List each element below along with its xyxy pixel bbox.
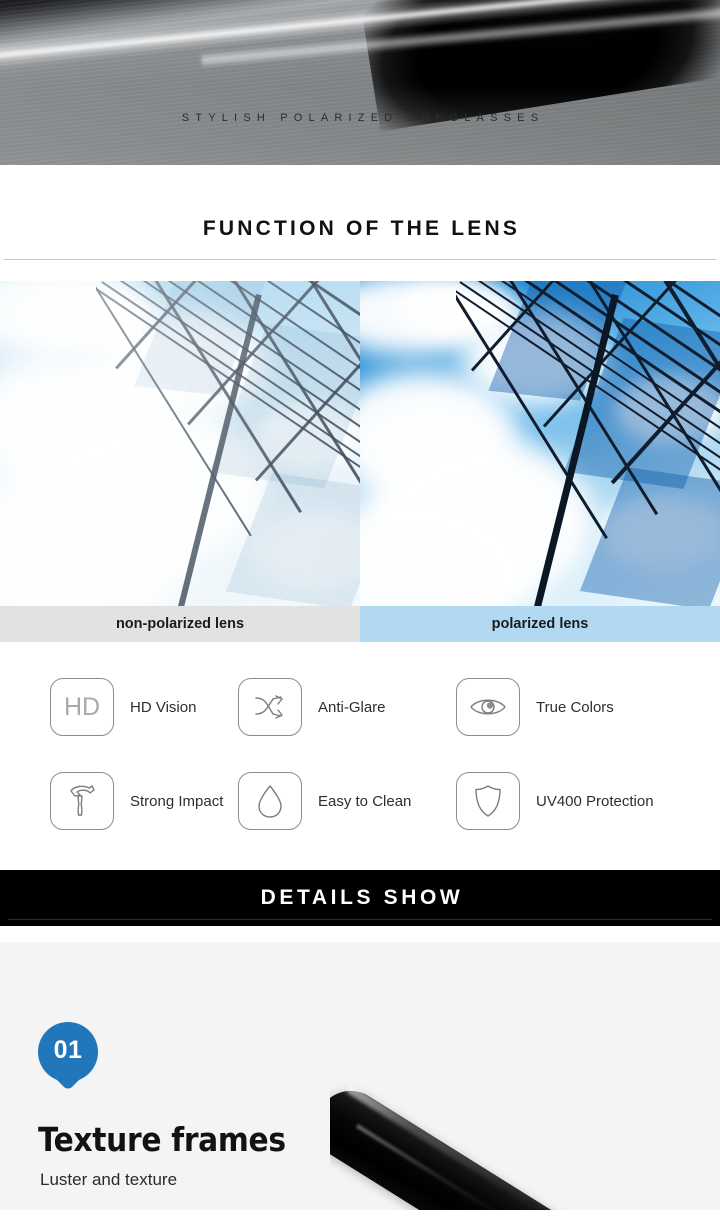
detail-subtitle: Luster and texture	[40, 1170, 178, 1189]
feature-item-strong-impact[interactable]: Strong Impact	[0, 754, 238, 848]
non-polarized-photo	[0, 281, 360, 606]
feature-item-easy-to-clean[interactable]: Easy to Clean	[238, 754, 456, 848]
feature-row-2: Strong Impact Easy to Clean UV400 Protec…	[0, 754, 720, 848]
lens-comparison-item-non-polarized: non-polarized lens	[0, 281, 360, 642]
banner-underline	[8, 919, 712, 920]
feature-grid: HD HD Vision Anti-Glare True Colors Stro…	[0, 642, 720, 870]
details-section-01: 01 Texture frames Luster and texture	[0, 942, 720, 1210]
feature-label: Anti-Glare	[318, 698, 386, 716]
feature-row-1: HD HD Vision Anti-Glare True Colors	[0, 660, 720, 754]
feature-label: Easy to Clean	[318, 792, 412, 810]
water-drop-icon	[238, 772, 302, 830]
function-of-lens-section: FUNCTION OF THE LENS non-polarized lens …	[0, 165, 720, 870]
feature-label: HD Vision	[130, 698, 197, 716]
hero-bottom-fade	[0, 85, 720, 165]
sunglasses-temple-photo	[330, 1062, 720, 1210]
glass-building	[96, 281, 360, 606]
details-show-banner: DETAILS SHOW	[0, 870, 720, 926]
heading-divider	[4, 259, 716, 260]
lens-comparison-item-polarized: polarized lens	[360, 281, 720, 642]
step-number: 01	[53, 1035, 83, 1064]
lens-label-non-polarized: non-polarized lens	[0, 606, 360, 642]
feature-item-anti-glare[interactable]: Anti-Glare	[238, 660, 456, 754]
crossing-arrows-icon	[238, 678, 302, 736]
hd-icon: HD	[50, 678, 114, 736]
feature-item-hd-vision[interactable]: HD HD Vision	[0, 660, 238, 754]
lens-comparison: non-polarized lens polarized lens	[0, 281, 720, 642]
banner-gap	[0, 926, 720, 942]
step-number-badge: 01	[38, 1022, 98, 1091]
shield-icon	[456, 772, 520, 830]
feature-label: UV400 Protection	[536, 792, 654, 810]
details-show-banner-wrapper: DETAILS SHOW	[0, 870, 720, 942]
detail-title: Texture frames	[38, 1120, 286, 1159]
feature-item-true-colors[interactable]: True Colors	[456, 660, 720, 754]
hero-banner: STYLISH POLARIZED SUNGLASSES	[0, 0, 720, 165]
glass-building	[456, 281, 720, 606]
polarized-photo	[360, 281, 720, 606]
section-heading-function: FUNCTION OF THE LENS	[202, 217, 521, 240]
feature-item-uv400-protection[interactable]: UV400 Protection	[456, 754, 720, 848]
feature-label: Strong Impact	[130, 792, 224, 810]
details-show-title: DETAILS SHOW	[260, 886, 464, 909]
eye-icon	[456, 678, 520, 736]
lens-label-polarized: polarized lens	[360, 606, 720, 642]
hammer-icon	[50, 772, 114, 830]
hd-icon-text: HD	[63, 692, 101, 721]
hero-tagline: STYLISH POLARIZED SUNGLASSES	[181, 112, 545, 124]
feature-label: True Colors	[536, 698, 614, 716]
